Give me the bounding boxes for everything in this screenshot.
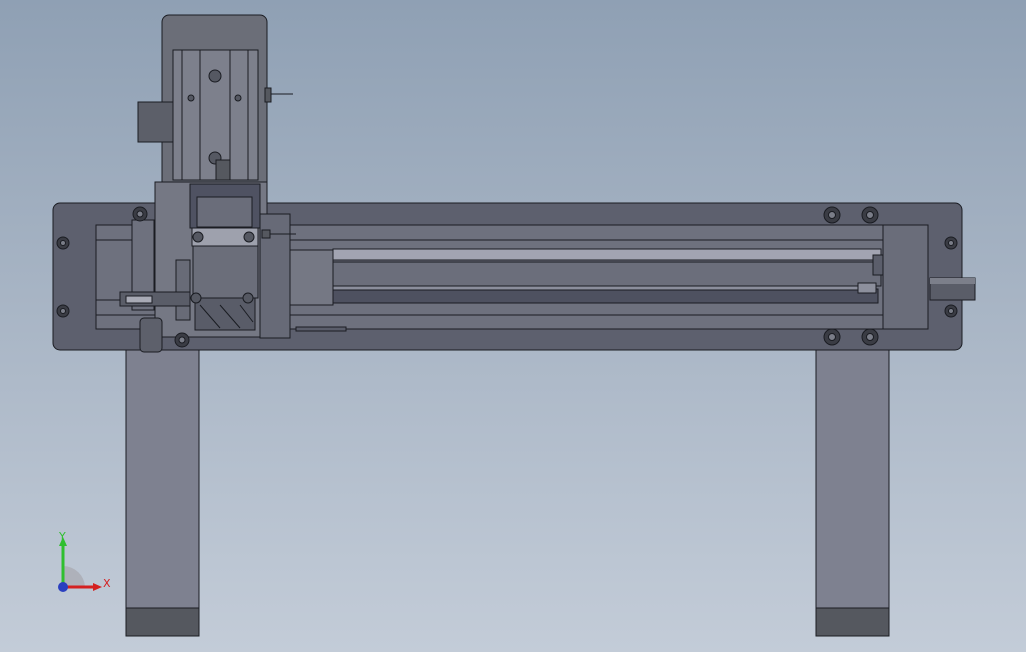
- left-leg[interactable]: [125, 347, 200, 637]
- cad-model[interactable]: [0, 0, 1026, 652]
- triad-y-label: Y: [59, 530, 66, 543]
- graphics-viewport[interactable]: Y X: [0, 0, 1026, 652]
- right-leg[interactable]: [815, 347, 890, 637]
- reference-triad: Y X: [50, 528, 120, 600]
- triad-x-label: X: [103, 577, 111, 590]
- drive-shaft[interactable]: [929, 277, 976, 301]
